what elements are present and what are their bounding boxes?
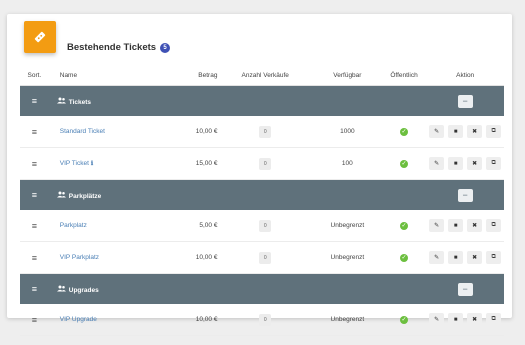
table-row: ≡ Standard Ticket 10,00 € 0 1000 ✓ ✎ ■ ✖ ⧉ — [20, 116, 504, 148]
users-icon — [56, 191, 66, 200]
edit-icon[interactable]: ✎ — [429, 219, 445, 232]
sold-count: 0 — [259, 251, 272, 264]
drag-handle-icon[interactable]: ≡ — [32, 253, 37, 263]
ticket-price: 10,00 € — [145, 304, 218, 336]
column-oeffentlich[interactable]: Öffentlich — [381, 65, 427, 86]
ticket-price: 10,00 € — [145, 116, 218, 148]
ticket-name-link[interactable]: Standard Ticket — [60, 128, 105, 135]
ticket-name-link[interactable]: VIP Ticket — [60, 160, 89, 167]
column-sort[interactable]: Sort. — [20, 65, 49, 86]
page-title: Bestehende Tickets 5 — [67, 42, 171, 53]
ticket-price: 10,00 € — [145, 241, 218, 274]
column-aktion: Aktion — [426, 65, 504, 86]
page-title-label: Bestehende Tickets — [67, 42, 157, 53]
drag-handle-icon[interactable]: ≡ — [32, 159, 37, 169]
row-actions: ✎ ■ ✖ ⧉ — [427, 219, 503, 232]
table-row: ≡ VIP Ticket ℹ 15,00 € 0 100 ✓ ✎ ■ ✖ ⧉ — [20, 147, 504, 180]
collapse-group-button[interactable]: − — [457, 188, 473, 202]
group-row: ≡ Tickets − — [20, 85, 504, 116]
column-name[interactable]: Name — [48, 65, 146, 86]
collapse-group-button[interactable]: − — [457, 94, 473, 108]
drag-handle-icon[interactable]: ≡ — [32, 96, 37, 106]
stop-icon[interactable]: ■ — [448, 125, 464, 138]
drag-handle-icon[interactable]: ≡ — [32, 284, 37, 294]
drag-handle-icon[interactable]: ≡ — [32, 315, 37, 325]
copy-icon[interactable]: ⧉ — [486, 219, 502, 232]
ticket-count-badge: 5 — [160, 42, 171, 53]
table-row: ≡ VIP Parkplatz 10,00 € 0 Unbegrenzt ✓ ✎ ■ ✖ ⧉ — [20, 241, 504, 274]
row-actions: ✎ ■ ✖ ⧉ — [427, 125, 503, 138]
public-check-icon: ✓ — [400, 221, 409, 230]
users-icon — [56, 285, 66, 294]
group-title-label: Tickets — [68, 98, 92, 106]
row-actions: ✎ ■ ✖ ⧉ — [427, 251, 503, 264]
group-row: ≡ Upgrades − — [20, 273, 504, 304]
copy-icon[interactable]: ⧉ — [486, 313, 502, 326]
public-check-icon: ✓ — [400, 315, 409, 324]
column-verfuegbar[interactable]: Verfügbar — [312, 65, 382, 86]
group-title: Tickets — [48, 85, 427, 116]
ticket-name-link[interactable]: VIP Upgrade — [60, 316, 97, 323]
sold-count: 0 — [259, 157, 272, 170]
drag-handle-icon[interactable]: ≡ — [32, 127, 37, 137]
users-icon — [56, 97, 66, 106]
ticket-available: Unbegrenzt — [312, 210, 382, 242]
ticket-price: 5,00 € — [145, 210, 218, 242]
copy-icon[interactable]: ⧉ — [486, 251, 502, 264]
info-icon[interactable]: ℹ — [91, 161, 93, 167]
column-anzahl[interactable]: Anzahl Verkäufe — [217, 65, 313, 86]
delete-icon[interactable]: ✖ — [467, 251, 483, 264]
stop-icon[interactable]: ■ — [448, 157, 464, 170]
group-title-label: Parkplätze — [68, 192, 102, 200]
group-title: Upgrades — [48, 273, 427, 304]
ticket-available: 1000 — [312, 116, 382, 148]
table-row: ≡ VIP Upgrade 10,00 € 0 Unbegrenzt ✓ ✎ ■ ✖ ⧉ — [20, 304, 504, 336]
ticket-available: 100 — [312, 147, 382, 180]
ticket-available: Unbegrenzt — [312, 241, 382, 274]
stop-icon[interactable]: ■ — [448, 313, 464, 326]
column-betrag[interactable]: Betrag — [145, 65, 218, 86]
group-row: ≡ Parkplätze − — [20, 179, 504, 210]
delete-icon[interactable]: ✖ — [467, 313, 483, 326]
edit-icon[interactable]: ✎ — [429, 313, 445, 326]
delete-icon[interactable]: ✖ — [467, 219, 483, 232]
collapse-group-button[interactable]: − — [457, 282, 473, 296]
ticket-icon — [24, 21, 56, 53]
sold-count: 0 — [259, 219, 272, 232]
table-header-row: Sort. Name Betrag Anzahl Verkäufe Verfüg… — [20, 65, 504, 86]
delete-icon[interactable]: ✖ — [467, 157, 483, 170]
copy-icon[interactable]: ⧉ — [486, 125, 502, 138]
delete-icon[interactable]: ✖ — [467, 125, 483, 138]
sold-count: 0 — [259, 125, 272, 138]
edit-icon[interactable]: ✎ — [429, 157, 445, 170]
tickets-table: Sort. Name Betrag Anzahl Verkäufe Verfüg… — [20, 65, 504, 336]
ticket-available: Unbegrenzt — [312, 304, 382, 336]
ticket-name-link[interactable]: VIP Parkplatz — [60, 254, 99, 261]
stop-icon[interactable]: ■ — [448, 251, 464, 264]
group-title: Parkplätze — [48, 179, 427, 210]
ticket-name-link[interactable]: Parkplatz — [60, 222, 87, 229]
public-check-icon: ✓ — [400, 253, 409, 262]
ticket-price: 15,00 € — [145, 147, 218, 180]
sold-count: 0 — [259, 313, 272, 326]
drag-handle-icon[interactable]: ≡ — [32, 221, 37, 231]
row-actions: ✎ ■ ✖ ⧉ — [427, 313, 503, 326]
copy-icon[interactable]: ⧉ — [486, 157, 502, 170]
drag-handle-icon[interactable]: ≡ — [32, 190, 37, 200]
table-row: ≡ Parkplatz 5,00 € 0 Unbegrenzt ✓ ✎ ■ ✖ ⧉ — [20, 210, 504, 242]
tickets-card: Bestehende Tickets 5 Sort. Name Betrag A… — [7, 14, 512, 336]
public-check-icon: ✓ — [400, 159, 409, 168]
edit-icon[interactable]: ✎ — [429, 251, 445, 264]
row-actions: ✎ ■ ✖ ⧉ — [427, 157, 503, 170]
group-title-label: Upgrades — [68, 286, 99, 294]
stop-icon[interactable]: ■ — [448, 219, 464, 232]
edit-icon[interactable]: ✎ — [429, 125, 445, 138]
public-check-icon: ✓ — [400, 127, 409, 136]
